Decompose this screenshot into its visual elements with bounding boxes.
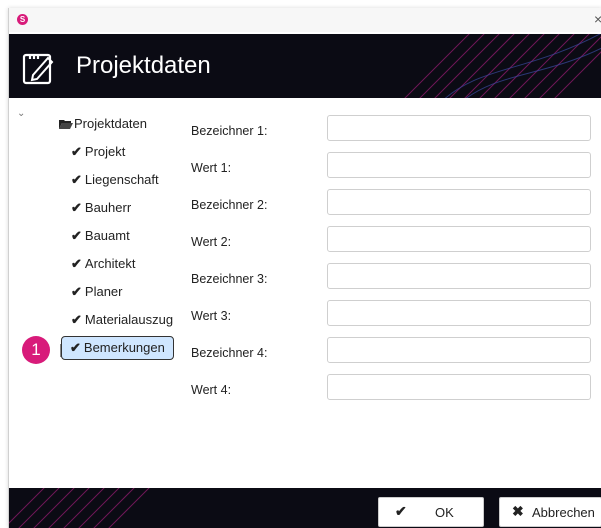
tree-item-label: Bemerkungen: [83, 340, 165, 355]
checkmark-icon: ✔: [71, 256, 82, 271]
edit-document-icon: [22, 53, 54, 85]
tree-root[interactable]: Projektdaten: [59, 116, 147, 131]
tree-item-label: Liegenschaft: [84, 172, 159, 187]
label-wert-1: Wert 1:: [191, 161, 232, 175]
tree-item-liegenschaft[interactable]: ✔ Liegenschaft: [71, 172, 159, 188]
close-icon: ✖: [512, 503, 524, 519]
tree-item-label: Planer: [84, 284, 123, 299]
ok-button[interactable]: ✔ OK: [378, 497, 484, 527]
checkmark-icon: ✔: [395, 503, 407, 519]
tree-item-label: Bauherr: [84, 200, 132, 215]
label-wert-2: Wert 2:: [191, 235, 232, 249]
input-bezeichner-2[interactable]: [327, 189, 591, 215]
chevron-down-icon[interactable]: ⌄: [17, 108, 25, 119]
page-title: Projektdaten: [76, 52, 211, 79]
cancel-button[interactable]: ✖ Abbrechen: [499, 497, 601, 527]
step-badge: 1: [22, 336, 50, 364]
tree-item-bemerkungen[interactable]: ✔ Bemerkungen: [61, 336, 174, 360]
checkmark-icon: ✔: [70, 340, 81, 355]
folder-open-icon: [59, 120, 73, 129]
tree-item-materialauszug[interactable]: ✔ Materialauszug: [71, 312, 173, 328]
input-wert-1[interactable]: [327, 152, 591, 178]
tree-item-architekt[interactable]: ✔ Architekt: [71, 256, 135, 272]
tree-item-bauamt[interactable]: ✔ Bauamt: [71, 228, 130, 244]
checkmark-icon: ✔: [71, 200, 82, 215]
app-logo-icon: S: [17, 14, 28, 25]
input-bezeichner-1[interactable]: [327, 115, 591, 141]
label-bezeichner-1: Bezeichner 1:: [191, 124, 268, 138]
title-bar: S ×: [9, 8, 601, 32]
close-icon[interactable]: ×: [594, 11, 601, 27]
label-wert-3: Wert 3:: [191, 309, 232, 323]
tree-item-label: Materialauszug: [84, 312, 174, 327]
tree-item-projekt[interactable]: ✔ Projekt: [71, 144, 125, 160]
input-wert-2[interactable]: [327, 226, 591, 252]
header-banner: Projektdaten: [9, 34, 601, 98]
tree-item-label: Bauamt: [84, 228, 130, 243]
label-bezeichner-3: Bezeichner 3:: [191, 272, 268, 286]
ok-label: OK: [435, 505, 454, 520]
input-wert-4[interactable]: [327, 374, 591, 400]
tree-item-planer[interactable]: ✔ Planer: [71, 284, 122, 300]
projektdaten-window: S × Projektdaten ⌄ Proje: [8, 8, 601, 528]
input-bezeichner-4[interactable]: [327, 337, 591, 363]
tree-item-label: Architekt: [84, 256, 136, 271]
footer-bar: ✔ OK ✖ Abbrechen: [9, 488, 601, 528]
content-area: ⌄ Projektdaten ✔ Projekt ✔ Liegenschaft ✔ B…: [9, 98, 601, 488]
checkmark-icon: ✔: [71, 312, 82, 327]
cancel-label: Abbrechen: [532, 505, 595, 520]
tree-item-label: Projekt: [84, 144, 126, 159]
tree-item-bauherr[interactable]: ✔ Bauherr: [71, 200, 131, 216]
label-bezeichner-2: Bezeichner 2:: [191, 198, 268, 212]
checkmark-icon: ✔: [71, 228, 82, 243]
tree-root-label: Projektdaten: [74, 116, 147, 131]
checkmark-icon: ✔: [71, 172, 82, 187]
label-bezeichner-4: Bezeichner 4:: [191, 346, 268, 360]
label-wert-4: Wert 4:: [191, 383, 232, 397]
checkmark-icon: ✔: [71, 284, 82, 299]
input-bezeichner-3[interactable]: [327, 263, 591, 289]
input-wert-3[interactable]: [327, 300, 591, 326]
checkmark-icon: ✔: [71, 144, 82, 159]
